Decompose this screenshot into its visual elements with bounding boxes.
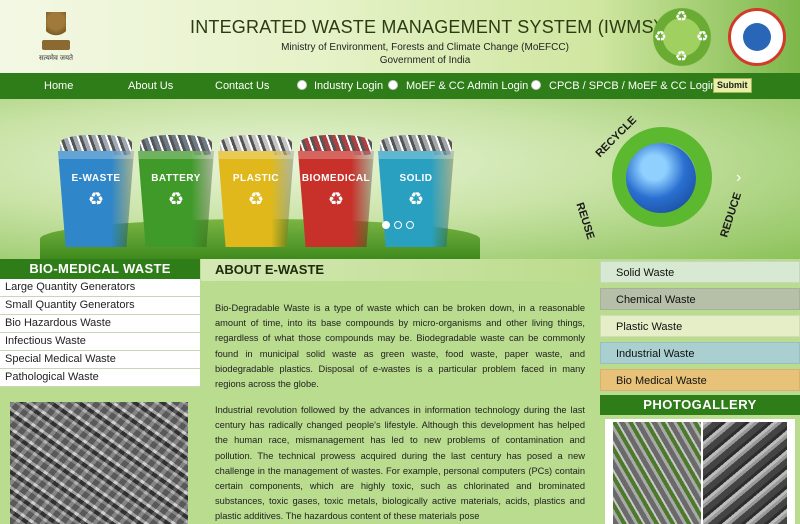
gallery-photo[interactable] [613,422,701,524]
left-sidebar: BIO-MEDICAL WASTE Large Quantity Generat… [0,259,200,524]
e-waste-photo [10,402,188,524]
slider-dots [382,221,414,229]
recycle-icon: ♻ [327,189,345,209]
gallery-photo[interactable] [703,422,787,524]
site-title: INTEGRATED WASTE MANAGEMENT SYSTEM (IWMS… [190,17,660,37]
recycle-icon: ♻ [167,189,185,209]
bio-medical-link[interactable]: Pathological Waste [0,369,200,387]
bio-medical-link[interactable]: Infectious Waste [0,333,200,351]
waste-bin: E-WASTE ♻ [58,151,134,247]
about-paragraph-1: Bio-Degradable Waste is a type of waste … [215,303,585,390]
bin-label: PLASTIC [232,173,280,184]
bin-label: BATTERY [151,173,201,184]
recycle-icon: ♻ [247,189,265,209]
waste-category-link[interactable]: Solid Waste [600,261,800,283]
waste-bin: SOLID ♻ [378,151,454,247]
label-moef-admin-login: MoEF & CC Admin Login [406,80,529,92]
photogallery-heading: PHOTOGALLERY [600,395,800,415]
nav-contact-us[interactable]: Contact Us [215,80,269,92]
bin-label: BIOMEDICAL [301,173,371,184]
about-e-waste-heading: ABOUT E-WASTE [201,259,598,281]
label-industry-login: Industry Login [314,80,384,92]
bin-label: E-WASTE [71,173,121,184]
radio-cpcb-login[interactable] [531,80,541,90]
about-paragraph-2: Industrial revolution followed by the ad… [215,405,585,522]
waste-category-link[interactable]: Bio Medical Waste [600,369,800,391]
bin-label: SOLID [399,173,433,184]
photogallery-frame [605,419,795,524]
waste-bin: BATTERY ♻ [138,151,214,247]
site-header: सत्यमेव जयते INTEGRATED WASTE MANAGEMENT… [0,0,800,73]
login-submit-button[interactable]: Submit [713,78,752,93]
label-cpcb-login: CPCB / SPCB / MoEF & CC Login [549,80,717,92]
nav-home[interactable]: Home [44,80,73,92]
reuse-word: REUSE [573,201,597,241]
main-nav: Home About Us Contact Us Industry Login … [0,73,800,99]
bio-medical-link[interactable]: Special Medical Waste [0,351,200,369]
slider-dot[interactable] [406,221,414,229]
hero-banner: E-WASTE ♻ BATTERY ♻ PLASTIC ♻ BIOMEDICAL ♻ SOLID… [0,99,800,259]
nav-about-us[interactable]: About Us [128,80,173,92]
recycle-icon: ♻ [407,189,425,209]
bio-medical-link[interactable]: Large Quantity Generators [0,279,200,297]
radio-moef-admin-login[interactable] [388,80,398,90]
waste-bin: BIOMEDICAL ♻ [298,151,374,247]
radio-industry-login[interactable] [297,80,307,90]
slider-dot[interactable] [394,221,402,229]
bio-medical-heading: BIO-MEDICAL WASTE [0,259,200,279]
waste-category-link[interactable]: Plastic Waste [600,315,800,337]
waste-category-link[interactable]: Chemical Waste [600,288,800,310]
slider-next-icon[interactable]: › [736,169,741,187]
reduce-word: REDUCE [718,191,745,239]
recycle-icon: ♻ [87,189,105,209]
globe-icon [626,143,696,213]
slider-dot[interactable] [382,221,390,229]
waste-bin: PLASTIC ♻ [218,151,294,247]
bio-medical-link[interactable]: Bio Hazardous Waste [0,315,200,333]
main-content: ABOUT E-WASTE Bio-Degradable Waste is a … [201,259,598,524]
right-sidebar: Solid Waste Chemical Waste Plastic Waste In… [600,259,800,524]
recycle-globe-graphic: RECYCLE REUSE REDUCE [572,113,762,253]
waste-category-link[interactable]: Industrial Waste [600,342,800,364]
bio-medical-link[interactable]: Small Quantity Generators [0,297,200,315]
state-logo-icon [728,8,786,66]
recycle-badge-icon: ♻ ♻ ♻ ♻ [648,4,716,70]
